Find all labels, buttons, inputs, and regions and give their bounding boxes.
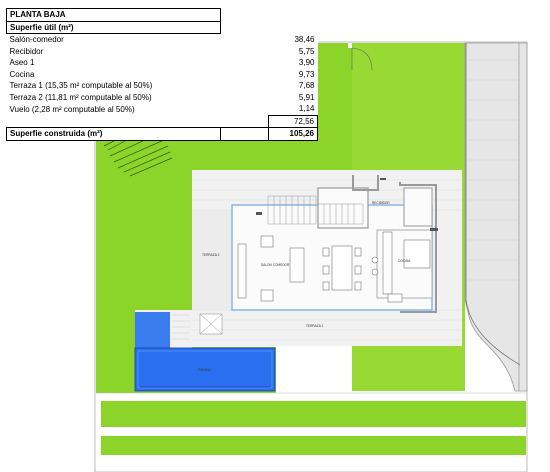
area-row-value: 1,14 — [298, 104, 315, 114]
terrace-2-floor — [192, 210, 232, 310]
area-row-label: Salón-comedor — [9, 35, 64, 45]
pool-step-area — [135, 312, 170, 348]
garden-strip-1 — [101, 401, 526, 427]
area-row-label: Terraza 1 (15,35 m² computable al 50%) — [9, 81, 153, 91]
useful-total-row: 72,56 — [7, 114, 318, 128]
label-recibidor: RECIBIDOR — [372, 201, 390, 205]
area-row-label: Terraza 2 (11,81 m² computable al 50%) — [9, 92, 152, 102]
recibidor-room — [317, 187, 369, 229]
area-row-label: Vuelo (2,28 m² computable al 50%) — [9, 104, 135, 114]
built-value: 105,26 — [268, 127, 318, 141]
area-row: Terraza 2 (11,81 m² computable al 50%) 5,… — [7, 92, 318, 104]
area-row-label: Recibidor — [9, 46, 44, 56]
area-rows: Salón-comedor 38,46 Recibidor 5,75 Aseo 1 3,9… — [7, 34, 318, 116]
area-row: Recibidor 5,75 — [7, 46, 318, 58]
useful-header-row: Superfie útil (m²) — [6, 20, 318, 34]
aseo-room — [403, 187, 433, 227]
label-piscina: PISCINA — [198, 368, 212, 372]
table-title: PLANTA BAJA — [6, 8, 221, 22]
area-row: Cocina 9,73 — [7, 69, 318, 81]
area-row-value: 9,73 — [298, 69, 315, 79]
table-title-row: PLANTA BAJA — [6, 8, 318, 22]
useful-total: 72,56 — [268, 114, 318, 128]
area-row-value: 3,90 — [298, 58, 315, 68]
area-row: Terraza 1 (15,35 m² computable al 50%) 7,… — [7, 80, 318, 92]
label-terraza-1: TERRAZA 1 — [306, 324, 324, 328]
area-row-label: Aseo 1 — [9, 58, 35, 68]
garden-strip-2 — [101, 436, 526, 455]
area-row-label: Cocina — [9, 69, 35, 79]
area-row: Vuelo (2,28 m² computable al 50%) 1,14 — [7, 103, 318, 115]
area-row-value: 5,75 — [298, 46, 315, 56]
built-row: Superfie construida (m²) 105,26 — [6, 127, 318, 141]
area-row-value: 5,91 — [298, 92, 315, 102]
useful-header: Superfie útil (m²) — [6, 20, 221, 34]
label-cocina: COCINA — [398, 259, 411, 263]
label-salon-comedor: SALON COMEDOR — [261, 263, 290, 267]
area-row: Aseo 1 3,90 — [7, 57, 318, 69]
area-row: Salón-comedor 38,46 — [7, 34, 318, 46]
area-row-value: 7,68 — [298, 81, 315, 91]
area-row-value: 38,46 — [294, 35, 315, 44]
built-label: Superfie construida (m²) — [6, 127, 221, 141]
label-terraza-2: TERRAZA 2 — [202, 253, 220, 257]
area-table: PLANTA BAJA Superfie útil (m²) Salón-com… — [6, 8, 318, 141]
